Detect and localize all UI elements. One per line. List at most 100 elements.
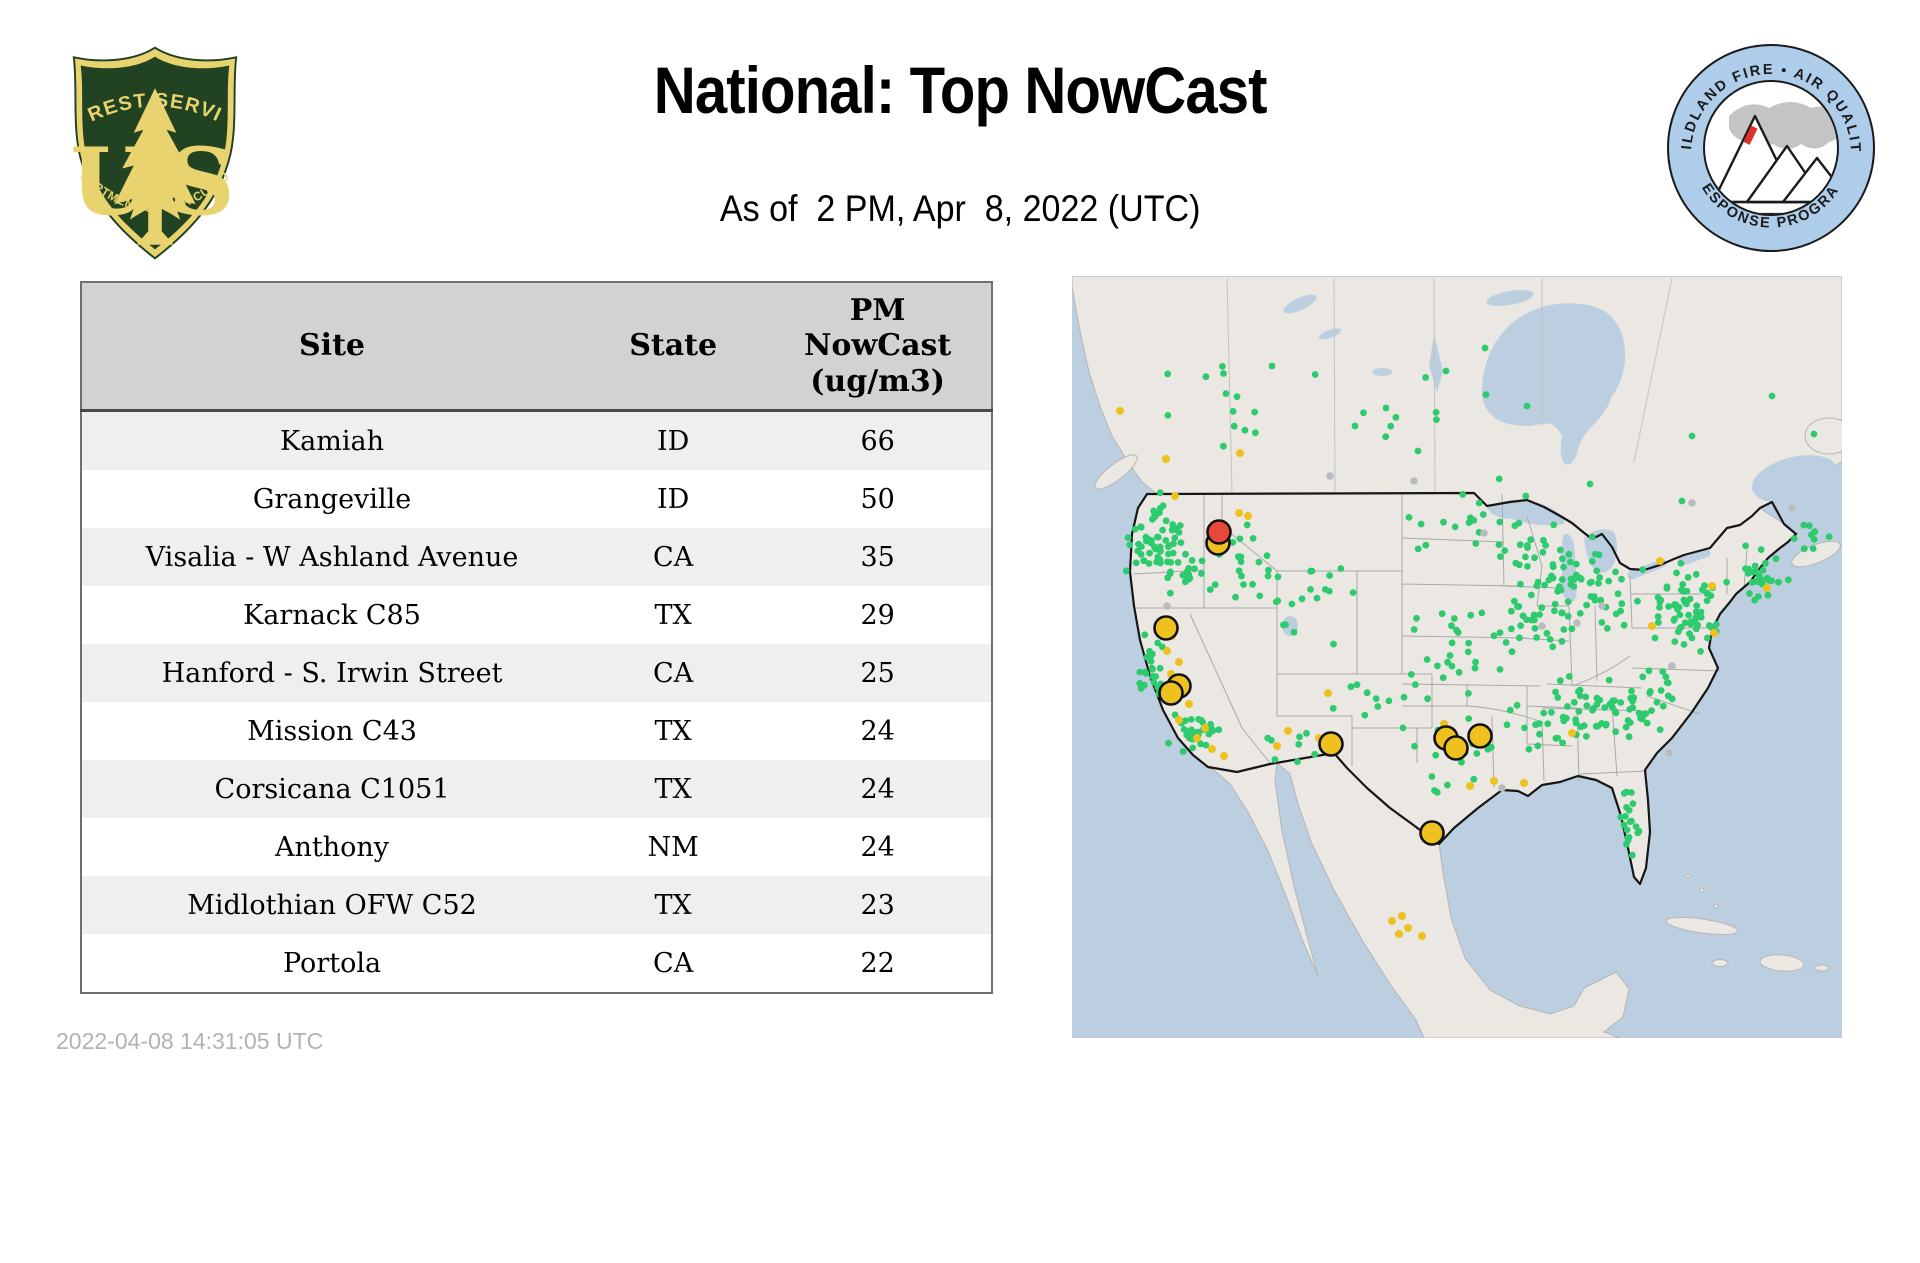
- monitor-dot: [1688, 432, 1696, 440]
- monitor-dot: [1697, 648, 1704, 655]
- monitor-dot: [1570, 698, 1578, 706]
- monitor-dot: [1222, 390, 1230, 397]
- monitor-dot: [1232, 593, 1239, 601]
- monitor-dot: [1788, 504, 1796, 512]
- state-cell: CA: [582, 528, 765, 586]
- monitor-dot: [1675, 604, 1683, 611]
- monitor-dot: [1189, 744, 1197, 752]
- monitor-dot: [1656, 604, 1663, 611]
- monitor-dot: [1137, 543, 1145, 550]
- monitor-dot: [1201, 724, 1209, 732]
- usa-map-icon: [1072, 276, 1842, 1038]
- monitor-dot: [1490, 632, 1498, 640]
- monitor-dot: [1167, 558, 1175, 566]
- monitor-dot: [1568, 625, 1576, 633]
- monitor-dot: [1665, 603, 1673, 610]
- monitor-dot: [1603, 625, 1611, 632]
- monitor-dot: [1137, 550, 1145, 558]
- monitor-dot: [1198, 557, 1206, 565]
- generated-timestamp: 2022-04-08 14:31:05 UTC: [56, 1028, 324, 1054]
- value-cell: 25: [764, 644, 992, 702]
- monitor-dot: [1464, 648, 1472, 656]
- monitor-dot: [1255, 558, 1263, 566]
- monitor-dot: [1772, 555, 1780, 563]
- monitor-dot: [1175, 529, 1183, 536]
- monitor-dot: [1525, 745, 1533, 753]
- monitor-dot: [1754, 593, 1762, 600]
- monitor-dot: [1165, 739, 1172, 747]
- monitor-dot: [1241, 426, 1249, 434]
- monitor-dot: [1680, 641, 1688, 648]
- monitor-dot: [1668, 662, 1676, 670]
- monitor-dot: [1413, 614, 1420, 622]
- site-cell: Portola: [81, 934, 583, 993]
- pm-header-line1: PM: [849, 292, 906, 328]
- site-cell: Grangeville: [81, 470, 583, 528]
- monitor-dot: [1693, 602, 1701, 610]
- monitor-dot: [1208, 745, 1216, 753]
- monitor-dot: [1618, 600, 1626, 608]
- monitor-dot: [1193, 734, 1201, 742]
- monitor-dot: [1433, 416, 1440, 423]
- monitor-dot: [1527, 591, 1535, 599]
- monitor-dot: [1472, 540, 1480, 547]
- monitor-dot: [1166, 589, 1174, 597]
- monitor-dot: [1398, 912, 1406, 920]
- monitor-dot: [1533, 634, 1540, 641]
- monitor-dot: [1175, 716, 1183, 724]
- monitor-dot: [1206, 586, 1214, 593]
- monitor-dot: [1784, 576, 1792, 584]
- monitor-dot: [1183, 567, 1191, 575]
- monitor-dot: [1651, 634, 1659, 642]
- monitor-dot: [1657, 687, 1665, 694]
- monitor-dot: [1351, 422, 1359, 430]
- monitor-dot: [1556, 546, 1564, 554]
- monitor-dot: [1480, 529, 1488, 537]
- monitor-dot: [1296, 733, 1303, 741]
- value-cell: 24: [764, 818, 992, 876]
- monitor-dot: [1746, 590, 1753, 597]
- monitor-dot: [1598, 602, 1606, 610]
- monitor-dot: [1274, 573, 1282, 581]
- monitor-dot: [1538, 604, 1546, 612]
- monitor-dot: [1513, 701, 1521, 709]
- monitor-dot: [1639, 673, 1647, 681]
- monitor-dot: [1605, 577, 1613, 585]
- site-cell: Hanford - S. Irwin Street: [81, 644, 583, 702]
- monitor-dot: [1609, 697, 1617, 705]
- monitor-dot: [1573, 619, 1581, 627]
- monitor-dot: [1410, 626, 1418, 633]
- monitor-dot: [1800, 521, 1808, 529]
- monitor-dot: [1645, 667, 1653, 675]
- monitor-dot: [1220, 752, 1228, 760]
- monitor-dot: [1399, 724, 1407, 732]
- monitor-dot: [1654, 613, 1662, 620]
- monitor-dot: [1614, 590, 1622, 598]
- aqi-map: Air Quality Index HazardousVery Unhealth…: [1072, 276, 1842, 1038]
- monitor-dot: [1692, 625, 1700, 633]
- state-cell: CA: [582, 934, 765, 993]
- monitor-dot: [1141, 668, 1149, 676]
- monitor-dot: [1313, 594, 1321, 602]
- site-marker-portola: [1153, 615, 1179, 641]
- monitor-dot: [1527, 536, 1535, 544]
- monitor-dot: [1431, 787, 1438, 794]
- monitor-dot: [1692, 613, 1700, 621]
- state-cell: TX: [582, 760, 765, 818]
- monitor-dot: [1126, 541, 1134, 549]
- monitor-dot: [1564, 703, 1571, 710]
- monitor-dot: [1684, 574, 1692, 581]
- monitor-dot: [1152, 673, 1160, 680]
- monitor-dot: [1617, 699, 1625, 706]
- monitor-dot: [1501, 547, 1509, 554]
- monitor-dot: [1560, 626, 1568, 633]
- monitor-dot: [1628, 817, 1635, 825]
- monitor-dot: [1763, 584, 1771, 592]
- monitor-dot: [1583, 601, 1590, 609]
- monitor-dot: [1589, 706, 1596, 714]
- monitor-dot: [1628, 687, 1635, 695]
- monitor-dot: [1531, 625, 1539, 632]
- monitor-dot: [1185, 700, 1193, 708]
- monitor-dot: [1209, 727, 1217, 735]
- monitor-dot: [1157, 547, 1164, 555]
